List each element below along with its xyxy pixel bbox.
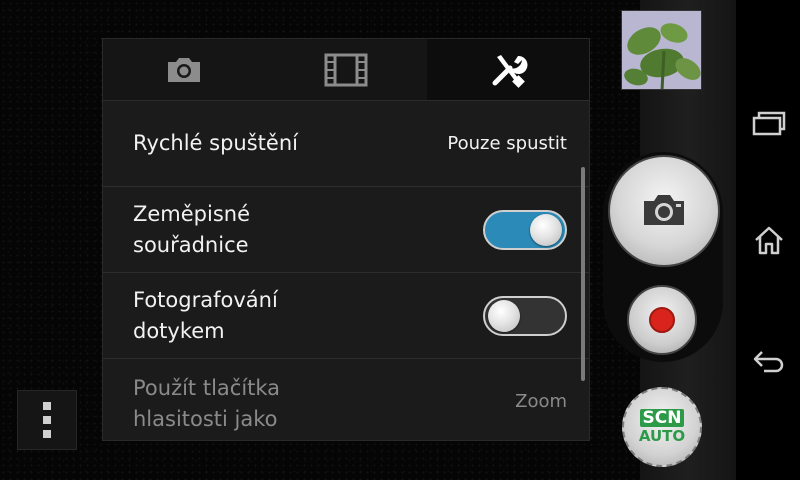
- setting-value: Zoom: [515, 391, 567, 412]
- back-button[interactable]: [750, 343, 788, 381]
- setting-quick-launch[interactable]: Rychlé spuštění Pouze spustit: [103, 101, 589, 187]
- tab-video[interactable]: [265, 39, 427, 100]
- setting-label: Fotografování dotykem: [133, 285, 483, 347]
- system-navigation-bar: [736, 0, 800, 480]
- tab-camera[interactable]: [103, 39, 265, 100]
- camera-icon: [644, 195, 684, 225]
- setting-geotag[interactable]: Zeměpisné souřadnice: [103, 187, 589, 273]
- film-icon: [324, 53, 368, 86]
- setting-label: Zeměpisné souřadnice: [133, 199, 483, 261]
- setting-label-line: hlasitosti jako: [133, 407, 278, 431]
- geotag-toggle[interactable]: [483, 209, 567, 250]
- toggle-knob: [530, 213, 562, 246]
- record-icon: [649, 307, 675, 333]
- settings-list[interactable]: Rychlé spuštění Pouze spustit Zeměpisné …: [103, 101, 589, 440]
- home-icon: [755, 226, 783, 255]
- scene-auto-button[interactable]: SCN AUTO: [622, 387, 702, 467]
- recent-apps-icon: [752, 111, 786, 136]
- photo-shutter-button[interactable]: [608, 155, 720, 267]
- overflow-menu-icon: [43, 430, 51, 438]
- setting-touch-capture[interactable]: Fotografování dotykem: [103, 273, 589, 359]
- overflow-menu-icon: [43, 416, 51, 424]
- setting-volume-keys[interactable]: Použít tlačítka hlasitosti jako Zoom: [103, 359, 589, 440]
- scene-label: SCN: [639, 409, 685, 427]
- settings-scrollbar[interactable]: [581, 167, 585, 381]
- touch-capture-toggle[interactable]: [483, 295, 567, 336]
- setting-label-line: Použít tlačítka: [133, 376, 281, 400]
- setting-label-line: dotykem: [133, 318, 225, 343]
- overflow-menu-icon: [43, 402, 51, 410]
- settings-tabs: [103, 39, 589, 101]
- overflow-menu-button[interactable]: [17, 390, 77, 450]
- home-button[interactable]: [750, 221, 788, 259]
- setting-label-line: souřadnice: [133, 232, 249, 257]
- plant-thumbnail-image: [622, 11, 701, 89]
- setting-label: Použít tlačítka hlasitosti jako: [133, 373, 515, 435]
- setting-label: Rychlé spuštění: [133, 131, 298, 155]
- back-icon: [753, 351, 784, 373]
- scene-mode-label: AUTO: [638, 427, 686, 445]
- setting-value: Pouze spustit: [447, 133, 567, 154]
- tab-settings[interactable]: [427, 39, 589, 100]
- setting-label-line: Zeměpisné: [133, 201, 251, 226]
- last-photo-thumbnail[interactable]: [621, 10, 702, 90]
- camera-settings-panel: Rychlé spuštění Pouze spustit Zeměpisné …: [102, 38, 590, 441]
- toggle-knob: [488, 299, 520, 332]
- camera-icon: [168, 57, 200, 82]
- recent-apps-button[interactable]: [750, 104, 788, 142]
- tools-icon: [492, 54, 528, 88]
- setting-label-line: Fotografování: [133, 287, 278, 312]
- video-record-button[interactable]: [627, 285, 697, 355]
